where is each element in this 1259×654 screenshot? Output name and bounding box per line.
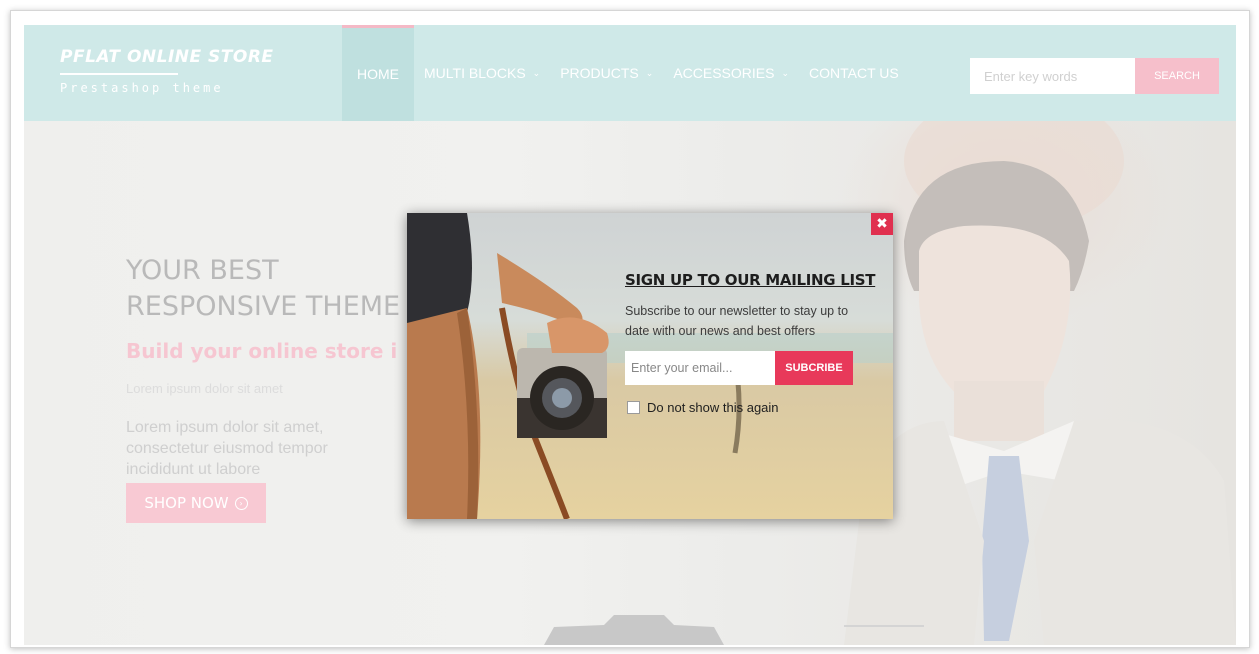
chevron-down-icon: ⌄ bbox=[532, 68, 541, 78]
logo[interactable]: PFLAT ONLINE STORE Prestashop theme bbox=[60, 47, 274, 95]
search-button[interactable]: SEARCH bbox=[1135, 58, 1219, 94]
nav-contact-us[interactable]: CONTACT US bbox=[799, 25, 909, 121]
subscribe-button[interactable]: SUBCRIBE bbox=[775, 351, 853, 385]
do-not-show-label[interactable]: Do not show this again bbox=[647, 400, 779, 415]
shop-now-label: SHOP NOW bbox=[144, 494, 229, 512]
nav-multi-blocks[interactable]: MULTI BLOCKS ⌄ bbox=[414, 25, 550, 121]
hero-camera-image bbox=[544, 615, 724, 645]
nav-home[interactable]: HOME bbox=[342, 25, 414, 121]
nav-products-label: PRODUCTS bbox=[560, 65, 639, 81]
logo-divider bbox=[60, 73, 178, 75]
logo-subtitle: Prestashop theme bbox=[60, 81, 224, 95]
newsletter-popup: ✖ SIGN UP TO OUR MAILING LIST Subscribe … bbox=[407, 213, 893, 519]
circle-arrow-icon: › bbox=[234, 496, 248, 510]
popup-title: SIGN UP TO OUR MAILING LIST bbox=[625, 271, 876, 289]
nav-products[interactable]: PRODUCTS ⌄ bbox=[550, 25, 663, 121]
hero-tagline: Lorem ipsum dolor sit amet bbox=[126, 381, 283, 396]
hero-subtitle: Build your online store in bbox=[126, 339, 396, 363]
shop-now-button[interactable]: SHOP NOW › bbox=[126, 483, 266, 523]
hero-title: YOUR BEST RESPONSIVE THEME bbox=[126, 255, 401, 322]
nav-contact-us-label: CONTACT US bbox=[809, 65, 899, 81]
close-icon[interactable]: ✖ bbox=[871, 213, 893, 235]
do-not-show-checkbox[interactable] bbox=[627, 401, 640, 414]
browser-frame: PFLAT ONLINE STORE Prestashop theme HOME… bbox=[10, 10, 1250, 648]
nav-accessories-label: ACCESSORIES bbox=[673, 65, 775, 81]
chevron-down-icon: ⌄ bbox=[645, 68, 654, 78]
popup-description: Subscribe to our newsletter to stay up t… bbox=[625, 304, 849, 338]
nav-accessories[interactable]: ACCESSORIES ⌄ bbox=[663, 25, 799, 121]
nav-multi-blocks-label: MULTI BLOCKS bbox=[424, 65, 526, 81]
nav-home-label: HOME bbox=[357, 66, 399, 82]
search-input[interactable] bbox=[970, 58, 1135, 94]
chevron-down-icon: ⌄ bbox=[781, 68, 789, 78]
page: PFLAT ONLINE STORE Prestashop theme HOME… bbox=[24, 25, 1236, 645]
email-field[interactable] bbox=[625, 351, 775, 385]
site-header: PFLAT ONLINE STORE Prestashop theme HOME… bbox=[24, 25, 1236, 121]
hero-paragraph: Lorem ipsum dolor sit amet, consectetur … bbox=[126, 419, 328, 478]
logo-title: PFLAT ONLINE STORE bbox=[60, 47, 274, 67]
main-nav: HOME MULTI BLOCKS ⌄ PRODUCTS ⌄ ACCESSORI… bbox=[342, 25, 909, 121]
